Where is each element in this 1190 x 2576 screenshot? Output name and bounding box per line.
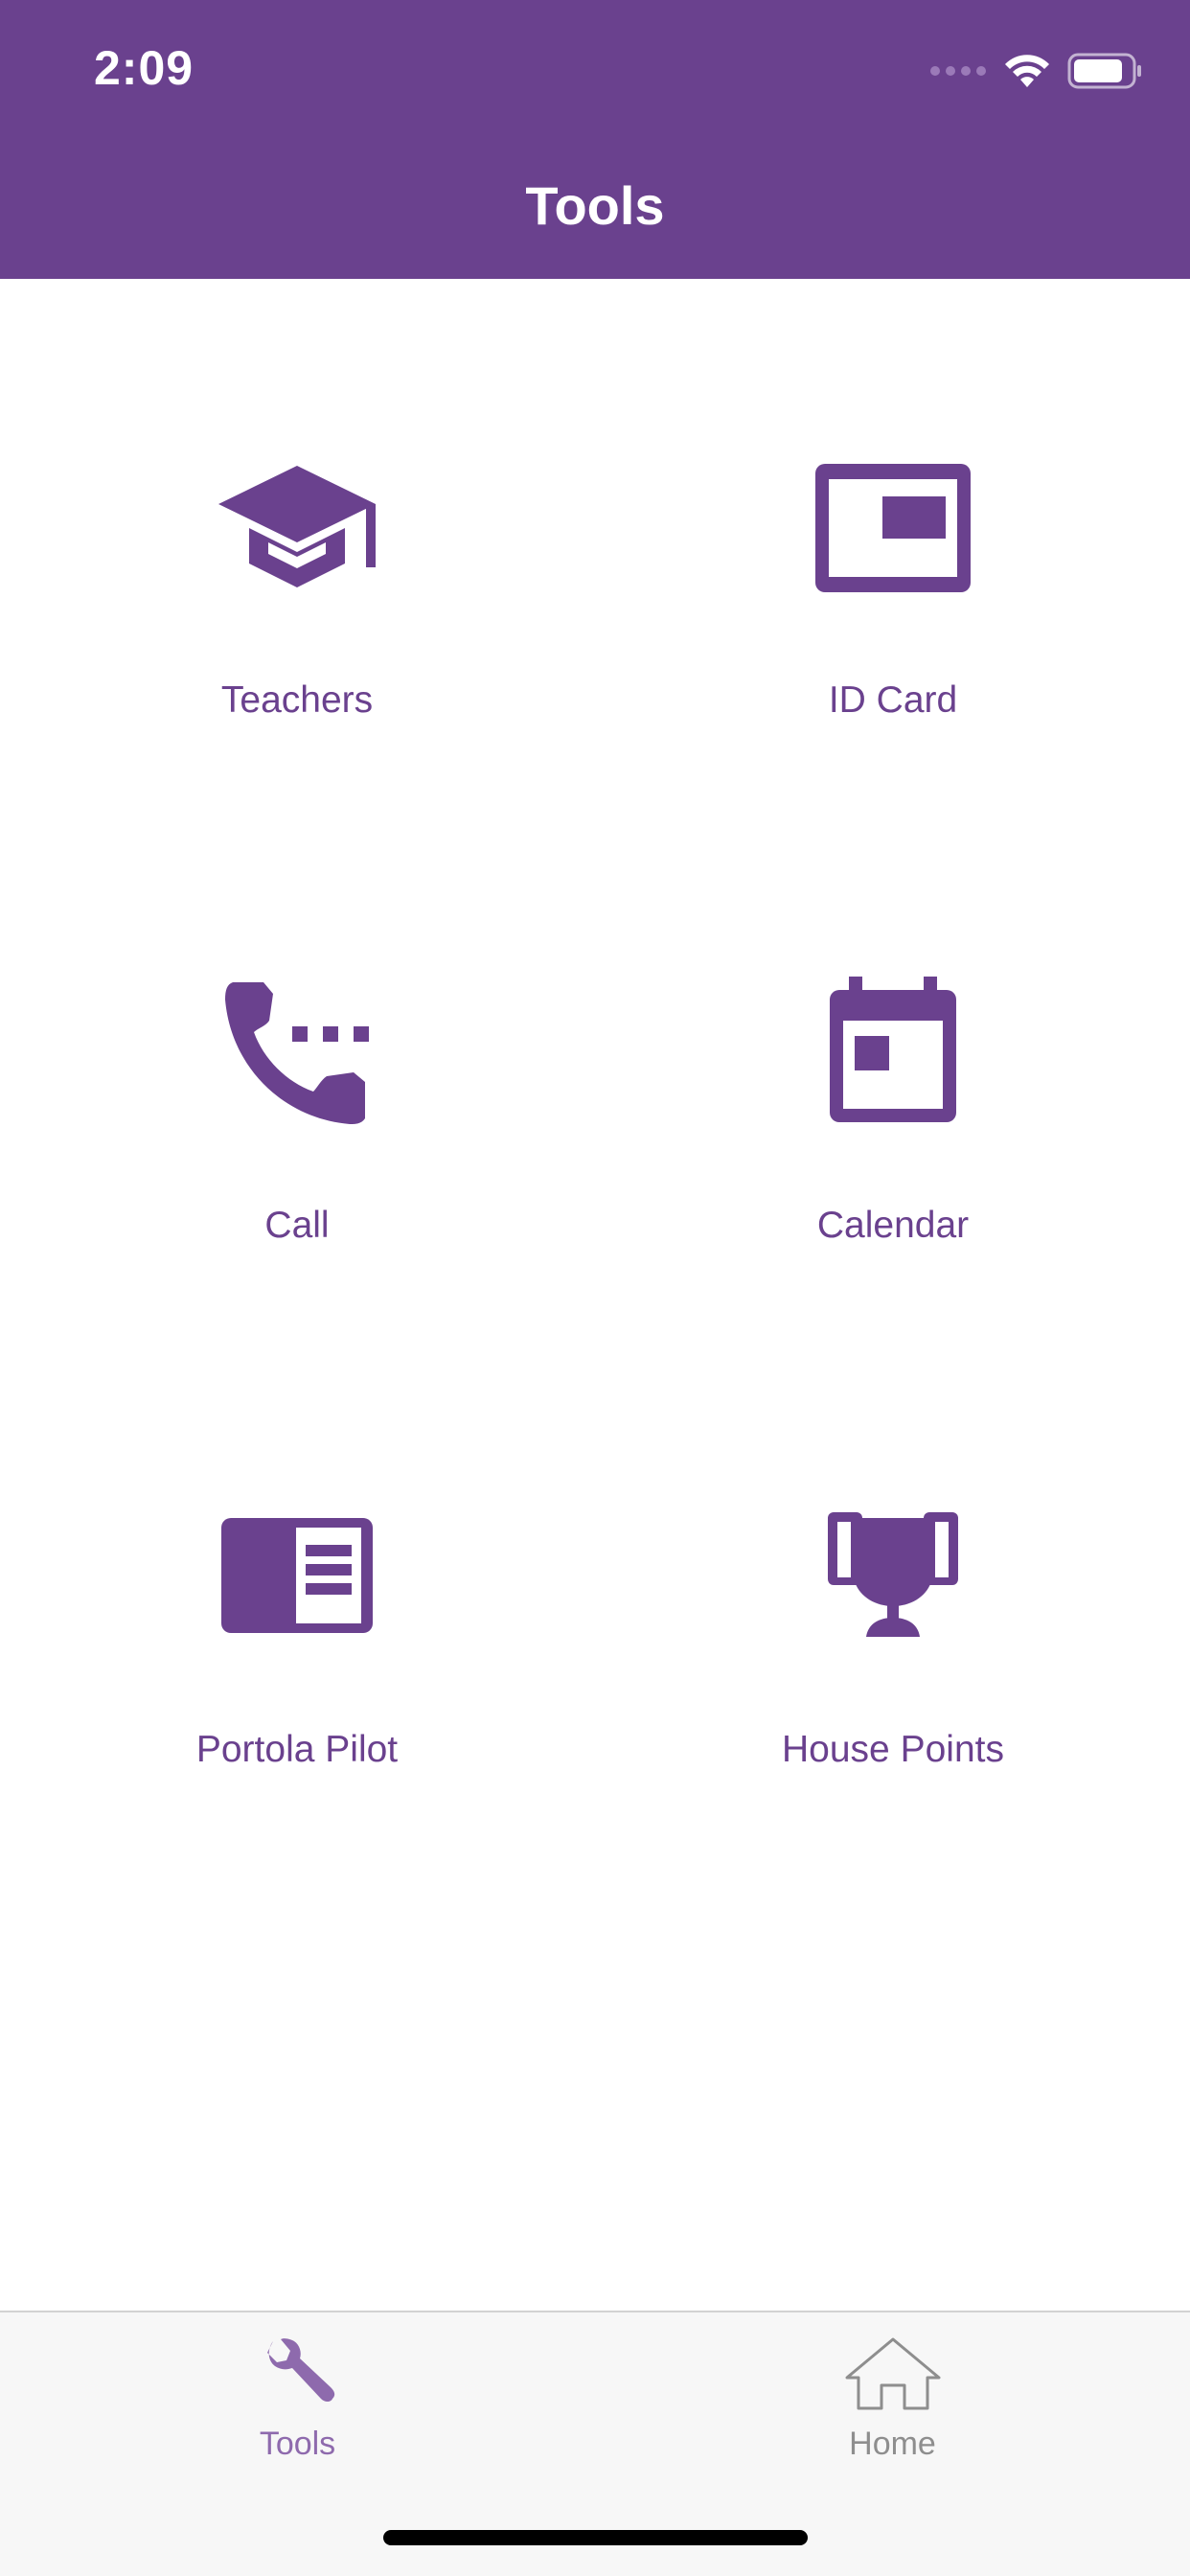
tool-call[interactable]: Call (96, 965, 498, 1310)
battery-icon (1067, 52, 1144, 95)
tool-teachers[interactable]: Teachers (96, 442, 498, 787)
trophy-icon (692, 1489, 1094, 1662)
top-bar: 2:09 Tools (0, 0, 1190, 279)
home-icon (595, 2335, 1190, 2412)
newspaper-icon (96, 1489, 498, 1662)
graduation-cap-icon (96, 442, 498, 614)
tool-label: Portola Pilot (195, 1729, 399, 1770)
tool-id-card[interactable]: ID Card (692, 442, 1094, 787)
tool-label: Call (264, 1205, 330, 1246)
page-title: Tools (525, 175, 665, 236)
tool-label: Teachers (220, 679, 374, 721)
tab-label: Tools (259, 2426, 336, 2462)
tab-tools[interactable]: Tools (0, 2312, 595, 2495)
tool-label: House Points (782, 1729, 1004, 1770)
tools-screen: 2:09 Tools Teachers ID Card Call Calenda… (0, 0, 1190, 2576)
signal-dots-icon (929, 64, 987, 81)
tool-calendar[interactable]: Calendar (692, 965, 1094, 1310)
phone-call-icon (96, 965, 498, 1138)
home-indicator[interactable] (383, 2530, 808, 2545)
tool-portola-pilot[interactable]: Portola Pilot (96, 1489, 498, 1834)
wrench-icon (0, 2335, 595, 2412)
tool-label: ID Card (828, 679, 958, 721)
tool-house-points[interactable]: House Points (692, 1489, 1094, 1834)
calendar-icon (692, 965, 1094, 1138)
tool-label: Calendar (816, 1205, 970, 1246)
status-time: 2:09 (94, 41, 195, 95)
tab-home[interactable]: Home (595, 2312, 1190, 2495)
status-indicators (929, 50, 1144, 96)
wifi-icon (1004, 53, 1050, 94)
id-card-icon (692, 442, 1094, 614)
tab-label: Home (849, 2426, 936, 2462)
